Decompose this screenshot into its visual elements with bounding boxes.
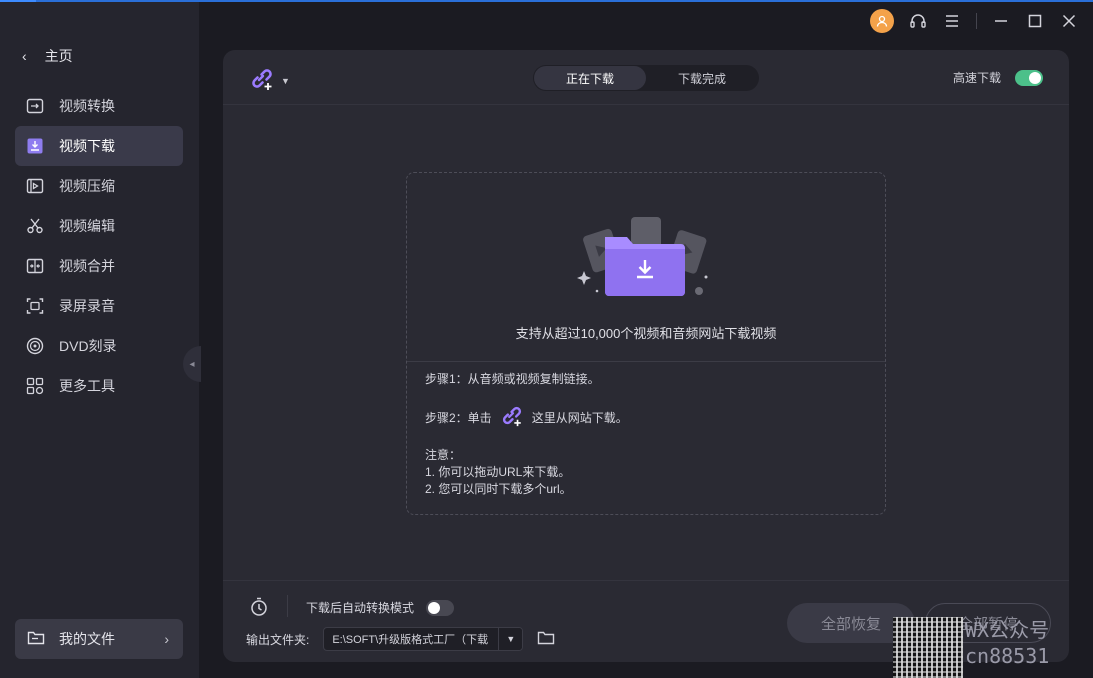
sidebar-item-label: 视频压缩 <box>59 178 115 194</box>
home-link[interactable]: ‹ 主页 <box>22 46 73 66</box>
sidebar-item-label: DVD刻录 <box>59 338 117 354</box>
main-panel: ▼ 正在下载 下载完成 高速下载 支持从超过10,000个视频和音频网站下载视频… <box>223 50 1069 662</box>
auto-convert-label: 下载后自动转换模式 <box>306 601 415 615</box>
watermark: WX公众号 cn88531 <box>893 617 1093 678</box>
high-speed-download: 高速下载 <box>953 69 1043 86</box>
note-1: 1. 你可以拖动URL来下载。 <box>425 465 571 479</box>
step-1-text: 步骤1：从音频或视频复制链接。 <box>425 372 600 386</box>
screen-record-icon <box>25 296 45 316</box>
supported-sites-text: 支持从超过10,000个视频和音频网站下载视频 <box>515 326 777 341</box>
sidebar-item-label: 视频下载 <box>59 138 115 154</box>
scissors-icon <box>25 216 45 236</box>
sidebar-item-video-edit[interactable]: 视频编辑 <box>15 206 183 246</box>
merge-icon <box>25 256 45 276</box>
link-add-icon <box>249 66 275 95</box>
output-path-select[interactable]: E:\SOFT\升级版格式工厂（下载 ▼ <box>323 627 524 651</box>
chevron-right-icon: › <box>164 631 169 647</box>
sidebar-item-more-tools[interactable]: 更多工具 <box>15 366 183 406</box>
sidebar-item-label: 视频合并 <box>59 258 115 274</box>
sidebar-item-label: 更多工具 <box>59 378 115 394</box>
my-files-button[interactable]: 我的文件 › <box>15 619 183 659</box>
chevron-left-icon: ‹ <box>22 48 27 64</box>
compress-icon <box>25 176 45 196</box>
sidebar-item-video-convert[interactable]: 视频转换 <box>15 86 183 126</box>
home-label: 主页 <box>44 48 73 64</box>
notes-title: 注意： <box>425 448 462 462</box>
instructions: 步骤1：从音频或视频复制链接。 步骤2：单击 这里从网站下载。 注意： 1. 你… <box>425 371 628 498</box>
title-separator <box>976 13 977 29</box>
step-2-suffix: 这里从网站下载。 <box>531 411 628 425</box>
download-tabs: 正在下载 下载完成 <box>533 65 759 91</box>
headset-icon[interactable] <box>908 11 928 31</box>
more-tools-icon <box>25 376 45 396</box>
auto-convert-toggle[interactable] <box>426 599 455 616</box>
qr-code <box>893 617 963 678</box>
menu-icon[interactable] <box>942 11 962 31</box>
dropzone-divider <box>407 361 885 362</box>
minimize-icon[interactable] <box>991 11 1011 31</box>
window-controls <box>870 9 1079 33</box>
sidebar-item-label: 录屏录音 <box>59 298 115 314</box>
maximize-icon[interactable] <box>1025 11 1045 31</box>
output-folder: 输出文件夹: E:\SOFT\升级版格式工厂（下载 ▼ <box>246 627 555 651</box>
sidebar-item-label: 视频编辑 <box>59 218 115 234</box>
sidebar-item-dvd-burn[interactable]: DVD刻录 <box>15 326 183 366</box>
close-icon[interactable] <box>1059 11 1079 31</box>
notes: 注意： 1. 你可以拖动URL来下载。 2. 您可以同时下载多个url。 <box>425 447 628 498</box>
sidebar-item-video-compress[interactable]: 视频压缩 <box>15 166 183 206</box>
footer-separator <box>287 595 288 617</box>
output-folder-label: 输出文件夹: <box>246 632 310 647</box>
sidebar-item-screen-record[interactable]: 录屏录音 <box>15 286 183 326</box>
high-speed-toggle[interactable] <box>1015 69 1043 86</box>
qr-code-pattern <box>893 617 963 678</box>
add-url-button[interactable]: ▼ <box>249 66 290 95</box>
sidebar-nav: 视频转换 视频下载 视频压缩 视频编辑 视频合并 录屏录音 DVD刻录 更多工具 <box>15 86 183 406</box>
main-header: ▼ 正在下载 下载完成 高速下载 <box>223 50 1069 105</box>
sidebar-item-label: 视频转换 <box>59 98 115 114</box>
sidebar-item-video-download[interactable]: 视频下载 <box>15 126 183 166</box>
link-add-icon[interactable] <box>500 404 524 433</box>
step-2: 步骤2：单击 这里从网站下载。 <box>425 404 628 433</box>
dvd-icon <box>25 336 45 356</box>
output-path-value: E:\SOFT\升级版格式工厂（下载 <box>332 634 489 646</box>
timer-icon[interactable] <box>249 597 269 617</box>
tab-downloaded[interactable]: 下载完成 <box>646 66 758 90</box>
chevron-down-icon: ▼ <box>498 628 523 650</box>
chevron-down-icon: ▼ <box>281 75 290 86</box>
step-2-prefix: 步骤2：单击 <box>425 411 492 425</box>
download-folder-illustration <box>575 211 715 301</box>
watermark-line-2: cn88531 <box>965 644 1050 668</box>
watermark-line-1: WX公众号 <box>965 618 1050 642</box>
sidebar: ‹ 主页 视频转换 视频下载 视频压缩 视频编辑 视频合并 录屏录音 DVD刻录… <box>0 2 199 678</box>
avatar[interactable] <box>870 9 894 33</box>
url-drop-zone[interactable]: 支持从超过10,000个视频和音频网站下载视频 步骤1：从音频或视频复制链接。 … <box>406 172 886 515</box>
auto-convert-setting: 下载后自动转换模式 <box>306 599 455 616</box>
note-2: 2. 您可以同时下载多个url。 <box>425 482 572 496</box>
folder-icon[interactable] <box>537 630 555 649</box>
folder-open-icon <box>27 630 45 649</box>
sidebar-item-video-merge[interactable]: 视频合并 <box>15 246 183 286</box>
download-icon <box>25 136 45 156</box>
high-speed-label: 高速下载 <box>952 71 1001 85</box>
watermark-text: WX公众号 cn88531 <box>965 617 1049 669</box>
my-files-label: 我的文件 <box>59 631 115 647</box>
tab-downloading[interactable]: 正在下载 <box>534 66 646 90</box>
convert-icon <box>25 96 45 116</box>
